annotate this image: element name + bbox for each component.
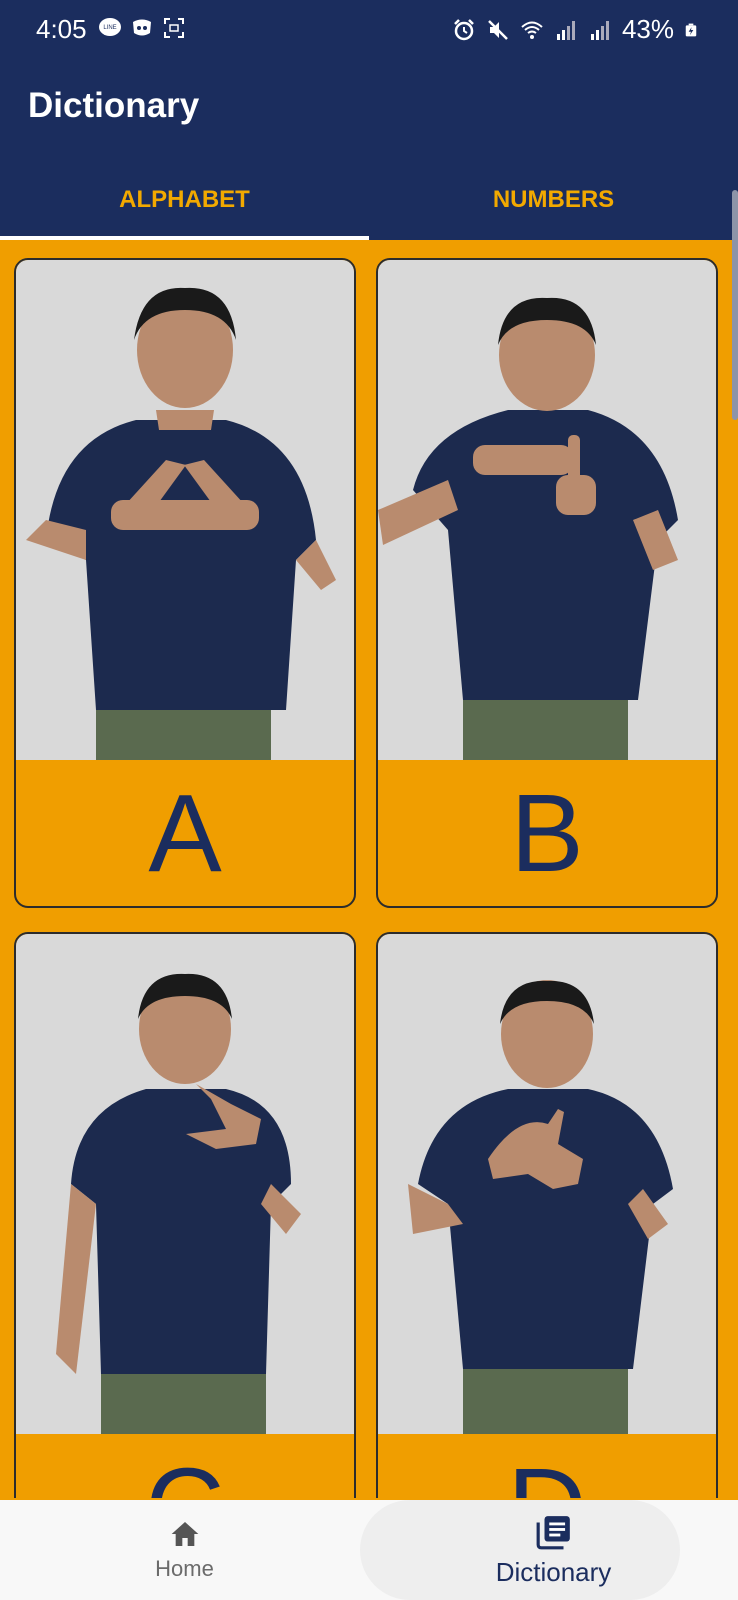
battery-percentage: 43% [621, 14, 674, 44]
sign-photo-a [16, 260, 354, 760]
tab-alphabet[interactable]: ALPHABET [0, 170, 369, 240]
nav-dictionary-label: Dictionary [495, 1556, 612, 1587]
card-letter: A [148, 771, 222, 895]
nav-home-label: Home [155, 1556, 214, 1581]
tab-numbers[interactable]: NUMBERS [369, 170, 738, 240]
bottom-navigation: Home Dictionary [0, 1500, 738, 1600]
wifi-icon [521, 21, 543, 39]
signal-icon [590, 20, 609, 40]
letter-grid: A B C [14, 258, 724, 1498]
status-time: 4:05 [36, 14, 87, 44]
svg-text:LINE: LINE [103, 25, 116, 31]
line-icon: LINE [99, 18, 121, 36]
app-header: 4:05 LINE 43% Dictionary ALPHABET NUMBER… [0, 0, 738, 240]
card-letter: B [510, 771, 584, 895]
status-bar: 4:05 LINE 43% [0, 0, 738, 62]
card-letter-c[interactable]: C [14, 932, 356, 1498]
sign-photo-c [16, 934, 354, 1434]
scrollbar[interactable] [732, 190, 738, 420]
card-letter-a[interactable]: A [14, 258, 356, 908]
screenshot-icon [164, 18, 184, 38]
card-letter-d[interactable]: D [376, 932, 718, 1498]
card-letter: C [16, 1434, 354, 1499]
mute-icon [488, 19, 508, 40]
sign-photo-b [378, 260, 716, 760]
tab-bar: ALPHABET NUMBERS [0, 170, 738, 240]
nav-dictionary[interactable]: Dictionary [369, 1500, 738, 1600]
sign-photo-d [378, 934, 716, 1434]
book-list-icon [536, 1515, 570, 1549]
card-letter: D [378, 1434, 716, 1499]
nav-home[interactable]: Home [0, 1500, 369, 1600]
page-title: Dictionary [28, 86, 200, 125]
home-icon [171, 1522, 198, 1546]
battery-icon [685, 23, 697, 36]
status-icons-left: LINE [98, 16, 186, 40]
alarm-icon [454, 18, 474, 40]
discord-icon [133, 19, 151, 36]
status-icons-right: 43% [452, 14, 698, 45]
signal-icon [556, 20, 575, 40]
card-letter-b[interactable]: B [376, 258, 718, 908]
